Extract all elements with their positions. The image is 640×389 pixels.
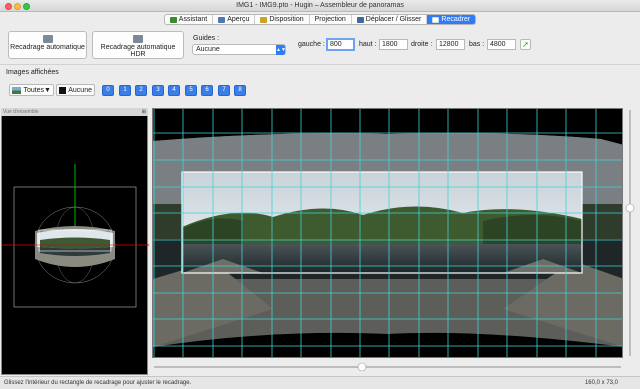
image-toggle-5[interactable]: 5 <box>185 85 197 96</box>
images-displayed-label: Images affichées <box>6 69 59 76</box>
apply-arrow-button[interactable]: ➚ <box>520 39 531 50</box>
autocrop-button[interactable]: Recadrage automatique <box>8 31 87 59</box>
show-all-images-button[interactable]: Toutes▼ <box>9 84 54 96</box>
vertical-fov-slider[interactable] <box>625 108 635 358</box>
crop-preview[interactable] <box>152 108 623 358</box>
image-toggle-1[interactable]: 1 <box>119 85 131 96</box>
left-label: gauche : <box>298 41 325 48</box>
image-toggle-7[interactable]: 7 <box>218 85 230 96</box>
image-toggle-8[interactable]: 8 <box>234 85 246 96</box>
left-input[interactable]: 800 <box>326 38 355 51</box>
dock-icon[interactable]: ⊞ <box>142 108 146 116</box>
minimize-window-button[interactable] <box>14 3 21 10</box>
wand-icon <box>169 16 177 23</box>
image-toggle-2[interactable]: 2 <box>135 85 147 96</box>
guides-select[interactable]: Aucune ▲▼ <box>192 44 286 55</box>
tab-assistant[interactable]: Assistant <box>165 15 214 24</box>
black-square-icon <box>59 86 67 94</box>
autocrop-hdr-button[interactable]: Recadrage automatique HDR <box>92 31 184 59</box>
toolbar-divider <box>0 64 640 65</box>
autocrop-hdr-icon <box>133 35 143 43</box>
status-bar: Glissez l'intérieur du rectangle de reca… <box>0 376 640 389</box>
image-toggle-4[interactable]: 4 <box>168 85 180 96</box>
top-label: haut : <box>359 41 377 48</box>
overview-pane[interactable] <box>1 108 149 376</box>
image-toggle-3[interactable]: 3 <box>152 85 164 96</box>
landscape-icon <box>12 86 22 94</box>
overview-title: Vue d'ensemble ⊞ <box>1 108 148 116</box>
autocrop-icon <box>42 35 53 43</box>
move-icon <box>356 16 364 23</box>
window-title: IMG1 - IMG9.pto - Hugin – Assembleur de … <box>236 2 404 9</box>
image-toggle-0[interactable]: 0 <box>102 85 114 96</box>
tab-bar: Assistant Aperçu Disposition Projection … <box>0 14 640 26</box>
guides-label: Guides : <box>193 35 220 42</box>
image-preview-icon <box>218 16 226 23</box>
layout-icon <box>260 16 268 23</box>
bottom-label: bas : <box>469 41 485 48</box>
horizontal-fov-slider[interactable] <box>152 362 623 372</box>
slider-thumb[interactable] <box>357 362 367 372</box>
window-titlebar: IMG1 - IMG9.pto - Hugin – Assembleur de … <box>0 0 640 12</box>
panorama-canvas[interactable] <box>153 109 623 358</box>
overview-canvas[interactable] <box>2 109 149 376</box>
tab-recadrer[interactable]: Recadrer <box>427 15 476 24</box>
image-toggle-6[interactable]: 6 <box>201 85 213 96</box>
arrow-up-right-icon: ➚ <box>522 40 529 49</box>
tab-deplacer-glisser[interactable]: Déplacer / Glisser <box>352 15 428 24</box>
status-message: Glissez l'intérieur du rectangle de reca… <box>4 380 192 386</box>
bottom-input[interactable]: 4800 <box>487 39 516 50</box>
right-label: droite : <box>411 41 433 48</box>
zoom-window-button[interactable] <box>23 3 30 10</box>
top-input[interactable]: 1800 <box>379 39 408 50</box>
tab-projection[interactable]: Projection <box>310 15 352 24</box>
status-coordinates: 160,0 x 73,0 <box>584 380 618 386</box>
chevron-updown-icon: ▲▼ <box>276 45 286 55</box>
crop-icon <box>432 16 440 23</box>
tab-disposition[interactable]: Disposition <box>255 15 310 24</box>
slider-thumb[interactable] <box>625 203 635 213</box>
close-window-button[interactable] <box>5 3 12 10</box>
right-input[interactable]: 12800 <box>436 39 465 50</box>
tab-apercu[interactable]: Aperçu <box>213 15 256 24</box>
show-no-images-button[interactable]: Aucune <box>56 84 95 96</box>
